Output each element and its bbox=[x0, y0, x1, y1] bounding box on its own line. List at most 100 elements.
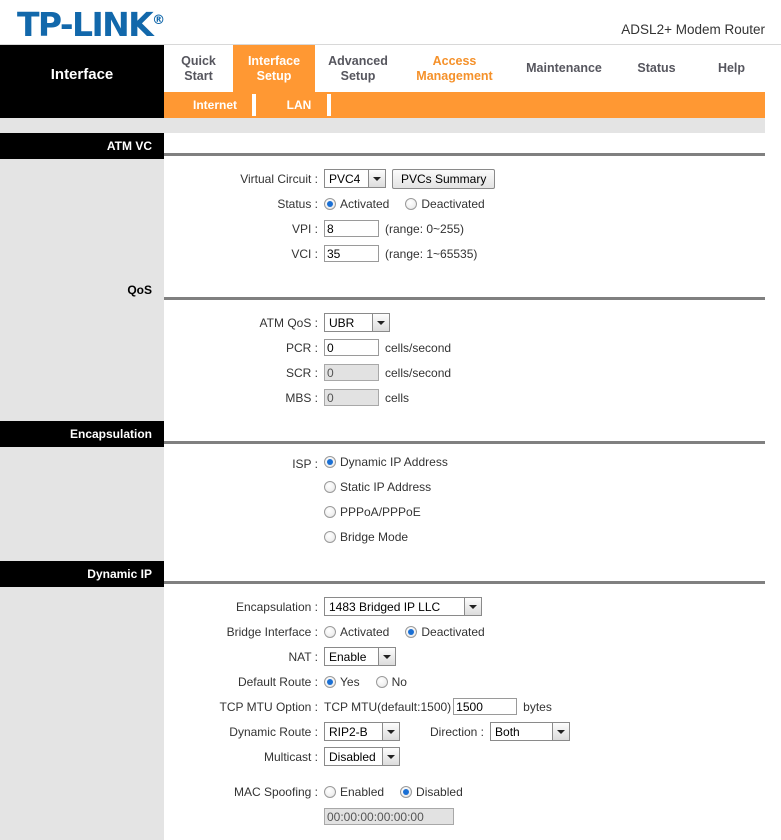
default-route-label: Default Route : bbox=[237, 674, 318, 689]
section-gutter bbox=[0, 159, 164, 277]
field-row-encapsulation: Encapsulation : 1483 Bridged IP LLC bbox=[164, 595, 765, 618]
atm-qos-value: UBR bbox=[329, 315, 355, 330]
sub-navigation-bar: Internet LAN bbox=[164, 92, 765, 118]
section-header-atm-vc: ATM VC bbox=[0, 133, 765, 159]
subtab-lan[interactable]: LAN bbox=[268, 92, 330, 118]
section-header-encapsulation: Encapsulation bbox=[0, 421, 765, 447]
default-route-radio-no[interactable]: No bbox=[375, 674, 407, 689]
dynamic-route-select[interactable]: RIP2-B bbox=[324, 722, 400, 741]
default-route-option-label: Yes bbox=[340, 674, 360, 689]
default-route-radio-yes[interactable]: Yes bbox=[324, 675, 360, 689]
pcr-label: PCR : bbox=[285, 340, 318, 355]
vci-range-hint: (range: 1~65535) bbox=[385, 246, 478, 261]
main-tabs: Quick Start Interface Setup Advanced Set… bbox=[164, 45, 781, 92]
bridge-interface-option-label: Activated bbox=[340, 624, 390, 639]
field-row-mac-spoofing: MAC Spoofing : Enabled Disabled bbox=[164, 780, 765, 803]
dynamic-route-value: RIP2-B bbox=[329, 724, 368, 739]
field-row-mac-address bbox=[164, 805, 765, 828]
pcr-input[interactable] bbox=[324, 339, 379, 356]
isp-option-label: Bridge Mode bbox=[340, 530, 409, 544]
pcr-unit: cells/second bbox=[385, 340, 452, 355]
isp-radio-bridge-mode[interactable]: Bridge Mode bbox=[324, 530, 408, 544]
navigation-bar: Interface Quick Start Interface Setup Ad… bbox=[0, 45, 781, 118]
radio-icon bbox=[324, 625, 336, 638]
tcp-mtu-unit: bytes bbox=[523, 699, 552, 714]
mac-spoofing-label: MAC Spoofing : bbox=[233, 784, 318, 799]
field-row-pcr: PCR : cells/second bbox=[164, 336, 765, 359]
tp-link-logo: TP-LINK® bbox=[17, 2, 165, 44]
radio-icon bbox=[324, 197, 336, 210]
direction-select[interactable]: Both bbox=[490, 722, 571, 741]
section-title-qos: QoS bbox=[0, 277, 164, 303]
field-row-scr: SCR : cells/second bbox=[164, 361, 765, 384]
section-title-encapsulation: Encapsulation bbox=[0, 421, 164, 447]
field-row-mbs: MBS : cells bbox=[164, 386, 765, 409]
field-row-nat: NAT : Enable bbox=[164, 645, 765, 668]
mac-spoofing-option-label: Disabled bbox=[416, 784, 463, 799]
field-row-multicast: Multicast : Disabled bbox=[164, 745, 765, 768]
pvcs-summary-button[interactable]: PVCs Summary bbox=[392, 168, 496, 189]
chevron-down-icon bbox=[552, 723, 570, 740]
radio-icon bbox=[405, 197, 418, 210]
subnav-separator bbox=[252, 94, 256, 116]
isp-option-label: Dynamic IP Address bbox=[340, 455, 448, 469]
isp-radio-static-ip[interactable]: Static IP Address bbox=[324, 480, 431, 494]
isp-radio-dynamic-ip[interactable]: Dynamic IP Address bbox=[324, 455, 448, 469]
bridge-interface-radio-activated[interactable]: Activated bbox=[324, 625, 389, 639]
default-route-option-label: No bbox=[391, 674, 407, 689]
mac-spoofing-radio-enabled[interactable]: Enabled bbox=[324, 785, 384, 799]
tcp-mtu-prefix: TCP MTU(default:1500) bbox=[324, 699, 452, 714]
field-row-vpi: VPI : (range: 0~255) bbox=[164, 217, 765, 240]
tab-advanced-setup[interactable]: Advanced Setup bbox=[315, 45, 401, 92]
virtual-circuit-select[interactable]: PVC4 bbox=[324, 169, 386, 188]
tab-maintenance[interactable]: Maintenance bbox=[508, 45, 620, 92]
field-row-default-route: Default Route : Yes No bbox=[164, 670, 765, 693]
section-body-qos: ATM QoS : UBR PCR : cells/second bbox=[0, 303, 765, 421]
registered-trademark-icon: ® bbox=[152, 13, 166, 28]
vpi-input[interactable] bbox=[324, 220, 379, 237]
multicast-value: Disabled bbox=[329, 749, 376, 764]
status-radio-activated[interactable]: Activated bbox=[324, 197, 389, 211]
field-row-tcp-mtu: TCP MTU Option : TCP MTU(default:1500) b… bbox=[164, 695, 765, 718]
nat-select[interactable]: Enable bbox=[324, 647, 396, 666]
masthead: TP-LINK® ADSL2+ Modem Router bbox=[0, 0, 781, 46]
multicast-select[interactable]: Disabled bbox=[324, 747, 400, 766]
mbs-label: MBS : bbox=[285, 390, 318, 405]
subtab-internet[interactable]: Internet bbox=[174, 92, 256, 118]
radio-icon bbox=[324, 506, 336, 518]
tab-access-management[interactable]: Access Management bbox=[401, 45, 508, 92]
tab-quick-start[interactable]: Quick Start bbox=[164, 45, 233, 92]
chevron-down-icon bbox=[382, 748, 399, 765]
virtual-circuit-value: PVC4 bbox=[329, 171, 361, 186]
atm-qos-select[interactable]: UBR bbox=[324, 313, 390, 332]
status-option-label: Deactivated bbox=[421, 196, 485, 211]
mbs-unit: cells bbox=[385, 390, 410, 405]
field-row-vci: VCI : (range: 1~65535) bbox=[164, 242, 765, 265]
vci-input[interactable] bbox=[324, 245, 379, 262]
radio-icon bbox=[324, 531, 336, 543]
section-body-atm-vc: Virtual Circuit : PVC4 PVCs Summary Stat… bbox=[0, 159, 765, 277]
section-title-atm-vc: ATM VC bbox=[0, 133, 164, 159]
status-label: Status : bbox=[277, 196, 318, 211]
tab-help[interactable]: Help bbox=[693, 45, 770, 92]
chevron-down-icon bbox=[368, 170, 385, 187]
tab-interface-setup[interactable]: Interface Setup bbox=[233, 45, 315, 92]
bridge-interface-radio-deactivated[interactable]: Deactivated bbox=[405, 625, 485, 639]
status-radio-deactivated[interactable]: Deactivated bbox=[405, 196, 485, 211]
status-option-label: Activated bbox=[340, 196, 390, 211]
section-gutter bbox=[0, 587, 164, 840]
isp-radio-pppoa-pppoe[interactable]: PPPoA/PPPoE bbox=[324, 505, 421, 519]
radio-icon bbox=[324, 481, 336, 493]
scr-unit: cells/second bbox=[385, 365, 452, 380]
nat-value: Enable bbox=[329, 649, 367, 664]
encapsulation-select[interactable]: 1483 Bridged IP LLC bbox=[324, 597, 482, 616]
isp-option-label: PPPoA/PPPoE bbox=[340, 505, 421, 519]
field-row-status: Status : Activated Deactivated bbox=[164, 192, 765, 215]
multicast-label: Multicast : bbox=[263, 749, 318, 764]
tab-status[interactable]: Status bbox=[620, 45, 693, 92]
mac-spoofing-radio-disabled[interactable]: Disabled bbox=[400, 785, 463, 799]
tcp-mtu-input[interactable] bbox=[453, 698, 518, 715]
chevron-down-icon bbox=[382, 723, 399, 740]
logo-wordmark: TP-LINK bbox=[17, 5, 154, 44]
section-header-dynamic-ip: Dynamic IP bbox=[0, 561, 765, 587]
